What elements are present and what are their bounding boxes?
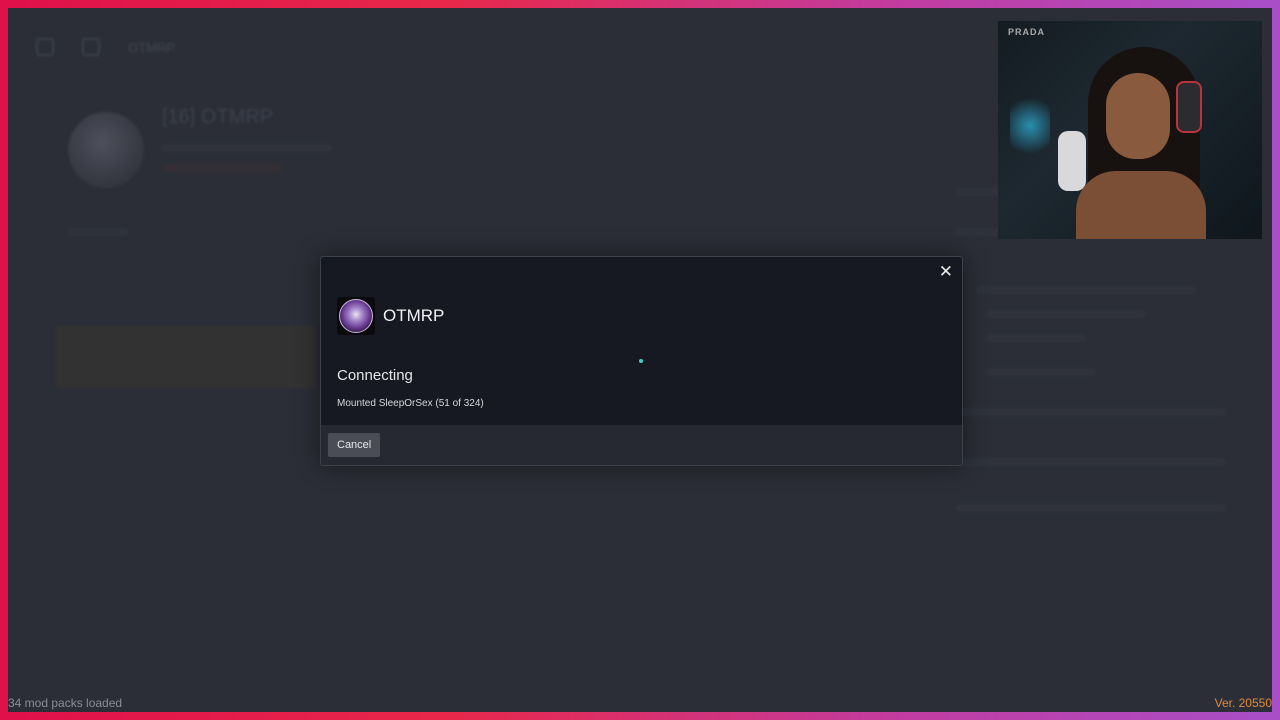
mod-packs-status: 34 mod packs loaded (8, 696, 123, 710)
loading-spinner (639, 359, 643, 363)
warning-banner (56, 326, 316, 388)
status-detail: Mounted SleepOrSex (51 of 324) (337, 398, 484, 409)
gaming-chair (1058, 131, 1086, 191)
topbar-title: OTMRP (128, 39, 175, 55)
version-label: Ver. 20550 (1214, 696, 1272, 710)
status-title: Connecting (337, 367, 413, 384)
launcher-window: OTMRP [16] OTMRP 34 mod packs loaded Ver… (8, 8, 1272, 712)
top-navigation: OTMRP (36, 38, 175, 56)
server-logo-emblem (339, 299, 373, 333)
ambient-light (1010, 91, 1050, 161)
headset (1176, 81, 1202, 133)
back-icon[interactable] (82, 38, 100, 56)
server-title: [16] OTMRP (162, 106, 274, 128)
home-icon[interactable] (36, 38, 54, 56)
streamer-body (1076, 171, 1206, 239)
server-info-line (162, 144, 332, 152)
dialog-header: OTMRP (337, 297, 444, 335)
server-info-line (162, 164, 282, 172)
streamer-face (1106, 73, 1170, 159)
server-name: OTMRP (383, 306, 445, 325)
close-icon[interactable]: ✕ (939, 263, 953, 280)
server-logo (337, 297, 375, 335)
wall-sign: PRADA (1008, 27, 1046, 37)
connecting-dialog: ✕ OTMRP Connecting Mounted SleepOrSex (5… (320, 256, 963, 466)
server-meta-line (68, 228, 128, 236)
webcam-overlay: PRADA (998, 21, 1262, 239)
dialog-footer: Cancel (321, 425, 962, 465)
cancel-button[interactable]: Cancel (328, 433, 381, 457)
server-avatar (68, 112, 144, 188)
